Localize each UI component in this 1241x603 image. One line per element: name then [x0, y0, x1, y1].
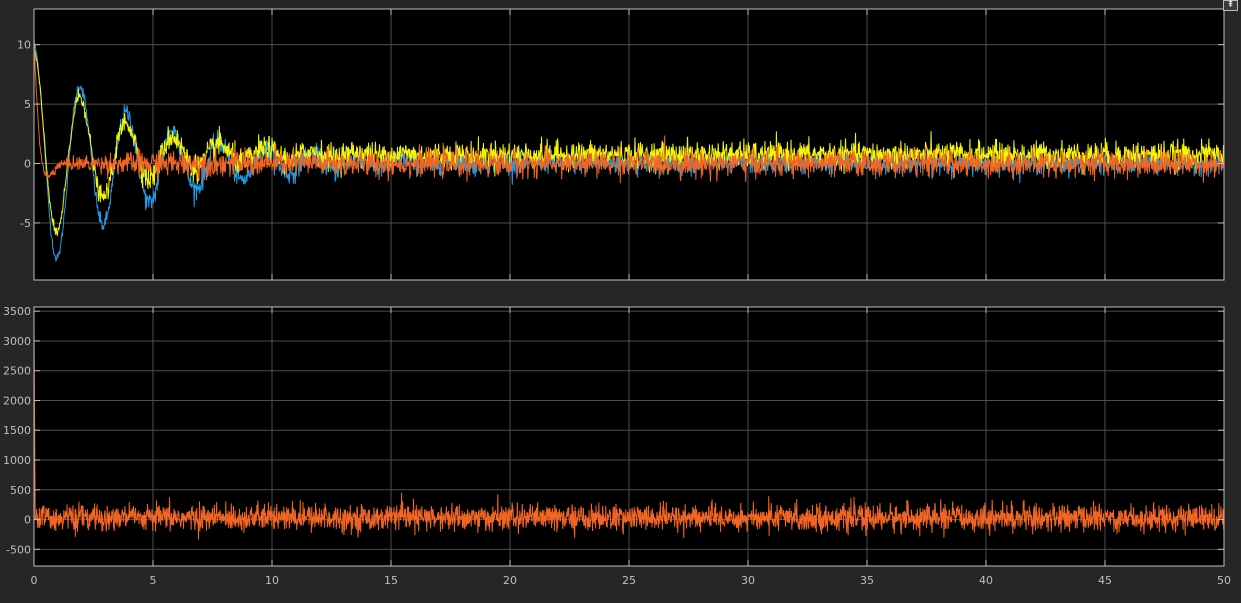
bottom-axes[interactable]: -500 0 500 1000 1500 2000 2500 3000 3500 0 5 10 15 20… — [3, 305, 1231, 587]
y-tick-label: -500 — [6, 543, 31, 556]
arrow-up-icon: ⇞ — [1226, 0, 1235, 10]
x-tick-label: 20 — [503, 574, 517, 587]
y-tick-label: 0 — [24, 158, 31, 171]
y-tick-label: 0 — [24, 514, 31, 527]
x-tick-label: 35 — [860, 574, 874, 587]
y-tick-label: 500 — [10, 484, 31, 497]
scope-plots: -5 0 5 10 -500 0 500 1000 1500 2000 2500 3000 3500 0… — [0, 0, 1241, 599]
y-tick-label: 1500 — [3, 424, 31, 437]
scope-window: -5 0 5 10 -500 0 500 1000 1500 2000 2500 3000 3500 0… — [0, 0, 1241, 599]
y-tick-label: -5 — [20, 217, 31, 230]
y-tick-label: 2500 — [3, 365, 31, 378]
x-tick-label: 30 — [741, 574, 755, 587]
undock-button[interactable]: ⇞ — [1223, 0, 1238, 11]
y-tick-label: 5 — [24, 98, 31, 111]
y-tick-label: 3000 — [3, 335, 31, 348]
y-tick-label: 3500 — [3, 305, 31, 318]
x-tick-label: 10 — [265, 574, 279, 587]
x-tick-label: 50 — [1217, 574, 1231, 587]
x-tick-label: 25 — [622, 574, 636, 587]
x-tick-label: 5 — [150, 574, 157, 587]
y-tick-label: 2000 — [3, 394, 31, 407]
x-tick-label: 0 — [31, 574, 38, 587]
y-tick-label: 1000 — [3, 454, 31, 467]
x-tick-label: 40 — [979, 574, 993, 587]
x-tick-label: 15 — [384, 574, 398, 587]
top-axes[interactable]: -5 0 5 10 — [17, 8, 1225, 281]
y-tick-label: 10 — [17, 39, 31, 52]
x-tick-label: 45 — [1098, 574, 1112, 587]
